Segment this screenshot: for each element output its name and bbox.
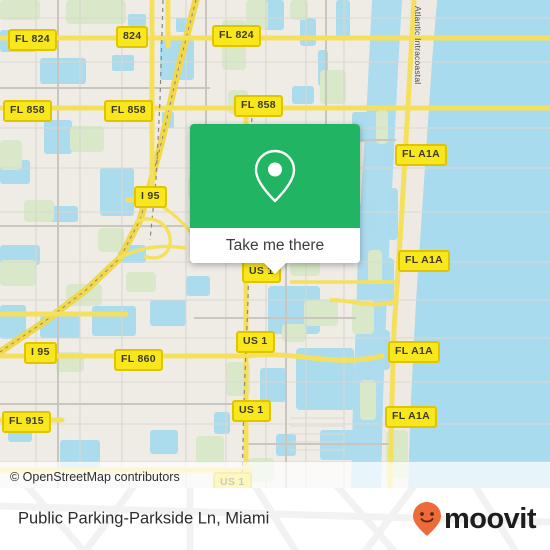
map-canvas[interactable]: Atlantic Intracoastal FL 824 824 FL 824 FL … bbox=[0, 0, 550, 488]
road-shield: FL 860 bbox=[114, 349, 163, 371]
road-shield: FL 915 bbox=[2, 411, 51, 433]
take-me-there-label: Take me there bbox=[225, 236, 325, 254]
road-shield: FL 858 bbox=[234, 95, 283, 117]
place-name-label: Public Parking-Parkside Ln, Miami bbox=[18, 509, 270, 528]
waterway-label: Atlantic Intracoastal bbox=[413, 6, 423, 85]
road-shield: FL A1A bbox=[398, 250, 450, 272]
moovit-wordmark: moovit bbox=[443, 502, 537, 535]
moovit-pin-icon bbox=[412, 502, 441, 536]
road-shield: FL A1A bbox=[385, 406, 437, 428]
road-shield: FL 858 bbox=[104, 100, 153, 122]
screenshot-root: Atlantic Intracoastal FL 824 824 FL 824 FL … bbox=[0, 0, 550, 550]
road-shield: 824 bbox=[116, 26, 149, 48]
location-popup-card[interactable]: Take me there bbox=[190, 124, 360, 274]
road-shield: FL A1A bbox=[388, 341, 440, 363]
road-shield: US 1 bbox=[232, 400, 271, 422]
road-shield: FL A1A bbox=[395, 144, 447, 166]
road-shield: I 95 bbox=[24, 342, 57, 364]
bottom-info-bar: Public Parking-Parkside Ln, Miami moovit bbox=[0, 488, 550, 550]
attribution-text[interactable]: © OpenStreetMap contributors bbox=[10, 470, 180, 484]
road-shield: FL 824 bbox=[212, 25, 261, 47]
moovit-logo[interactable]: moovit bbox=[412, 501, 537, 537]
map-pin-icon bbox=[254, 149, 296, 203]
take-me-there-button[interactable]: Take me there bbox=[190, 228, 360, 263]
popup-pointer-tail bbox=[263, 262, 287, 274]
road-shield: FL 824 bbox=[8, 29, 57, 51]
popup-header bbox=[190, 124, 360, 228]
road-shield: FL 858 bbox=[3, 100, 52, 122]
road-shield: US 1 bbox=[236, 331, 275, 353]
road-shield: I 95 bbox=[134, 186, 167, 208]
